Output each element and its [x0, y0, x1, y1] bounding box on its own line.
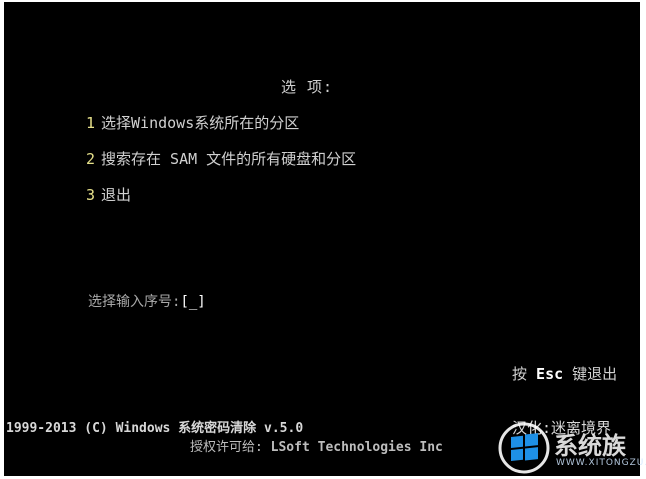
console-screen: 选 项: 1 选择Windows系统所在的分区 2 搜索存在 SAM 文件的所有硬盘…: [4, 2, 646, 476]
menu-item-select-partition[interactable]: 1 选择Windows系统所在的分区: [86, 112, 299, 133]
site-watermark: 系统族 WWW.XITONGZU.COM: [498, 422, 646, 476]
menu-title: 选 项:: [281, 78, 334, 96]
license-info: 授权许可给: LSoft Technologies Inc: [190, 436, 443, 455]
menu-item-number: 1: [86, 114, 96, 132]
license-label: 授权许可给:: [190, 440, 263, 455]
product-info: 1999-2013 (C) Windows 系统密码清除 v.5.0: [6, 421, 304, 436]
menu-item-label: 退出: [101, 186, 132, 204]
esc-hint-prefix: 按: [512, 365, 528, 383]
esc-exit-hint: 按 Esc 键退出: [512, 363, 617, 384]
menu-item-exit[interactable]: 3 退出: [86, 184, 131, 205]
watermark-site: WWW.XITONGZU.COM: [556, 458, 646, 468]
license-company: LSoft Technologies Inc: [270, 440, 443, 455]
selection-prompt: 选择输入序号:[_]: [88, 291, 206, 311]
watermark-brand: 系统族: [554, 432, 626, 460]
menu-item-number: 2: [86, 150, 96, 168]
prompt-label: 选择输入序号:: [88, 294, 181, 310]
menu-item-number: 3: [86, 186, 96, 204]
menu-item-search-sam[interactable]: 2 搜索存在 SAM 文件的所有硬盘和分区: [86, 148, 356, 169]
esc-key-label: Esc: [536, 365, 564, 383]
windows-logo-icon: [498, 422, 550, 474]
selection-input[interactable]: [_]: [180, 294, 205, 310]
menu-item-label: 搜索存在 SAM 文件的所有硬盘和分区: [101, 150, 357, 168]
menu-item-label: 选择Windows系统所在的分区: [101, 114, 300, 132]
esc-hint-suffix: 键退出: [572, 365, 618, 383]
